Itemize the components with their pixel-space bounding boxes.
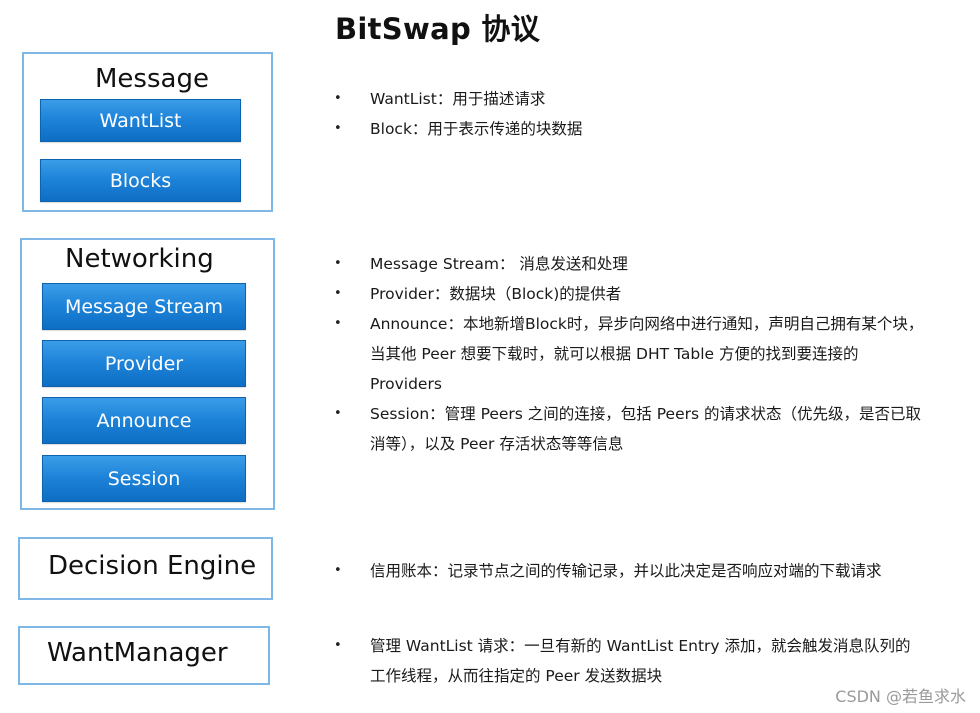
message-bullets: • WantList：用于描述请求 • Block：用于表示传递的块数据 — [334, 84, 925, 144]
watermark: CSDN @若鱼求水 — [835, 687, 966, 706]
bullet-dot: • — [334, 406, 342, 421]
networking-label: Networking — [65, 244, 214, 274]
bullet-item: • WantList：用于描述请求 — [334, 84, 925, 114]
message-label: Message — [95, 64, 209, 94]
bullet-dot: • — [334, 286, 342, 301]
bullet-item: • Message Stream： 消息发送和处理 — [334, 249, 925, 279]
bullet-item: • Provider：数据块（Block)的提供者 — [334, 279, 925, 309]
bullet-text: Session：管理 Peers 之间的连接，包括 Peers 的请求状态（优先… — [370, 405, 921, 453]
bullet-dot: • — [334, 121, 342, 136]
blocks-block: Blocks — [40, 159, 241, 202]
announce-block: Announce — [42, 397, 246, 444]
bullet-dot: • — [334, 638, 342, 653]
bullet-text: 信用账本：记录节点之间的传输记录，并以此决定是否响应对端的下载请求 — [370, 562, 882, 580]
bullet-item: • 信用账本：记录节点之间的传输记录，并以此决定是否响应对端的下载请求 — [334, 556, 925, 586]
bullet-dot: • — [334, 563, 342, 578]
bullet-text: Block：用于表示传递的块数据 — [370, 120, 583, 138]
wantmanager-label: WantManager — [47, 638, 228, 668]
bullet-text: 管理 WantList 请求：一旦有新的 WantList Entry 添加，就… — [370, 637, 911, 685]
message-stream-block: Message Stream — [42, 283, 246, 330]
wantmanager-bullets: • 管理 WantList 请求：一旦有新的 WantList Entry 添加，… — [334, 631, 925, 691]
bullet-item: • Announce：本地新增Block时，异步向网络中进行通知，声明自己拥有某个… — [334, 309, 925, 399]
bullet-text: Message Stream： 消息发送和处理 — [370, 255, 628, 273]
networking-bullets: • Message Stream： 消息发送和处理 • Provider：数据块（B… — [334, 249, 925, 459]
bullet-dot: • — [334, 316, 342, 331]
bullet-dot: • — [334, 256, 342, 271]
bullet-item: • 管理 WantList 请求：一旦有新的 WantList Entry 添加，… — [334, 631, 925, 691]
diagram-title: BitSwap 协议 — [334, 12, 540, 46]
bullet-text: WantList：用于描述请求 — [370, 90, 546, 108]
wantlist-block: WantList — [40, 99, 241, 142]
bullet-item: • Block：用于表示传递的块数据 — [334, 114, 925, 144]
bullet-text: Announce：本地新增Block时，异步向网络中进行通知，声明自己拥有某个块… — [370, 315, 924, 393]
provider-block: Provider — [42, 340, 246, 387]
session-block: Session — [42, 455, 246, 502]
bullet-dot: • — [334, 91, 342, 106]
decision-engine-label: Decision Engine — [48, 551, 257, 581]
bullet-text: Provider：数据块（Block)的提供者 — [370, 285, 622, 303]
bullet-item: • Session：管理 Peers 之间的连接，包括 Peers 的请求状态（优… — [334, 399, 925, 459]
decision-bullets: • 信用账本：记录节点之间的传输记录，并以此决定是否响应对端的下载请求 — [334, 556, 925, 586]
